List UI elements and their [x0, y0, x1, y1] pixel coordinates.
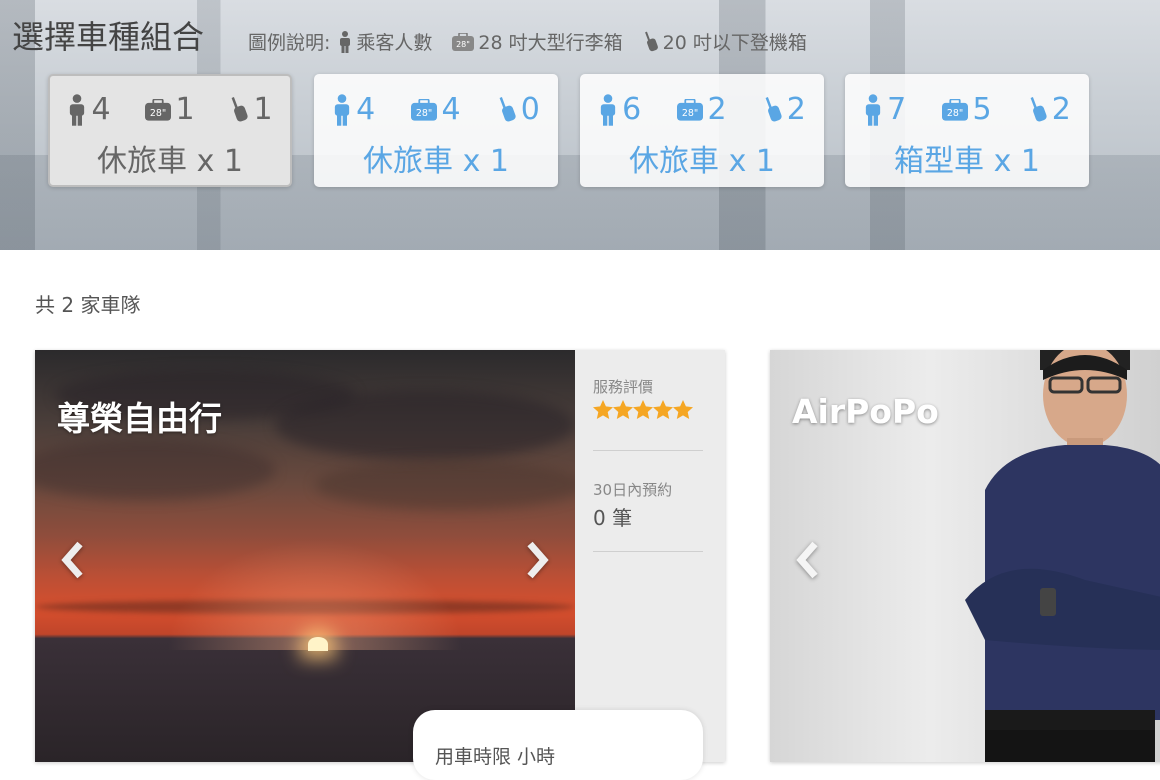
large-luggage-count: 5 [972, 92, 992, 127]
divider [593, 551, 703, 552]
vehicle-option-card[interactable]: 7 28" 5 2 箱型車 x 1 [845, 74, 1089, 187]
chevron-left-icon [61, 541, 83, 579]
fleet-name: AirPoPo [792, 392, 939, 431]
svg-text:28": 28" [150, 107, 166, 118]
carousel-prev-button[interactable] [55, 535, 91, 585]
chevron-left-icon [796, 541, 818, 579]
passenger-count: 4 [91, 92, 111, 127]
vehicle-type: 箱型車 [894, 144, 985, 179]
carry-on-suitcase-icon [765, 96, 782, 121]
fleet-stats: 服務評價 30日內預約 0 筆 [575, 350, 725, 762]
vehicle-qty: x 1 [462, 144, 509, 179]
legend-small-luggage: 20 吋以下登機箱 [643, 28, 807, 55]
legend-large-luggage: 28" 28 吋大型行李箱 [452, 28, 623, 55]
vehicle-qty: x 1 [196, 144, 243, 179]
driver-photo [965, 350, 1160, 762]
legend-passengers: 乘客人數 [338, 28, 432, 55]
large-suitcase-icon: 28" [452, 32, 475, 51]
svg-text:28": 28" [947, 107, 963, 118]
small-luggage-count: 2 [786, 92, 806, 127]
star-icon [653, 400, 673, 419]
vehicle-option-card[interactable]: 6 28" 2 2 休旅車 x 1 [580, 74, 824, 187]
rating-stars [593, 400, 693, 419]
rental-time-label: 用車時限 小時 [435, 746, 556, 768]
vehicle-option-card[interactable]: 4 28" 4 0 休旅車 x 1 [314, 74, 558, 187]
svg-text:28": 28" [456, 40, 470, 49]
carousel-next-button[interactable] [519, 535, 555, 585]
person-icon [340, 30, 351, 53]
vehicle-type: 休旅車 [97, 144, 188, 179]
fleet-card[interactable]: 尊榮自由行 服務評價 30日內預約 0 筆 [35, 350, 725, 762]
small-luggage-count: 0 [520, 92, 540, 127]
page-title: 選擇車種組合 [12, 18, 205, 56]
vehicle-qty: x 1 [728, 144, 775, 179]
large-suitcase-icon: 28" [942, 98, 969, 121]
carry-on-suitcase-icon [644, 31, 658, 51]
small-luggage-count: 2 [1051, 92, 1071, 127]
bookings-label: 30日內預約 [593, 481, 673, 499]
passenger-count: 4 [356, 92, 376, 127]
large-luggage-count: 1 [175, 92, 195, 127]
vehicle-option-card[interactable]: 4 28" 1 1 休旅車 x 1 [48, 74, 292, 187]
sun [308, 637, 328, 651]
large-suitcase-icon: 28" [411, 98, 438, 121]
person-icon [334, 93, 350, 126]
carry-on-suitcase-icon [499, 96, 516, 121]
fleet-count: 共 2 家車隊 [35, 293, 141, 317]
large-luggage-count: 2 [707, 92, 727, 127]
carousel-prev-button[interactable] [790, 535, 826, 585]
fleet-name: 尊榮自由行 [57, 399, 222, 438]
legend: 圖例說明: 乘客人數 28" 28 吋大型行李箱 20 吋以下登機箱 [248, 28, 827, 55]
fleet-card[interactable]: AirPoPo [770, 350, 1160, 762]
fleet-photo-carousel: AirPoPo [770, 350, 1160, 762]
carry-on-suitcase-icon [1030, 96, 1047, 121]
fleet-photo-carousel: 尊榮自由行 [35, 350, 575, 762]
bookings-value: 0 筆 [593, 506, 633, 530]
passenger-count: 6 [622, 92, 642, 127]
divider [593, 450, 703, 451]
large-suitcase-icon: 28" [145, 98, 172, 121]
vehicle-qty: x 1 [993, 144, 1040, 179]
vehicle-type: 休旅車 [629, 144, 720, 179]
person-icon [865, 93, 881, 126]
rating-label: 服務評價 [593, 378, 654, 396]
person-icon [70, 93, 85, 126]
star-icon [593, 400, 613, 419]
passenger-count: 7 [887, 92, 907, 127]
rental-time-card: 用車時限 小時 [413, 710, 703, 780]
carry-on-suitcase-icon [232, 96, 249, 121]
large-luggage-count: 4 [441, 92, 461, 127]
vehicle-type: 休旅車 [363, 144, 454, 179]
svg-text:28": 28" [416, 107, 432, 118]
star-icon [633, 400, 653, 419]
svg-text:28": 28" [682, 107, 698, 118]
small-luggage-count: 1 [253, 92, 273, 127]
hero-banner: 選擇車種組合 圖例說明: 乘客人數 28" 28 吋大型行李箱 20 吋以下登機… [0, 0, 1160, 250]
star-icon [673, 400, 693, 419]
person-icon [600, 93, 616, 126]
large-suitcase-icon: 28" [677, 98, 704, 121]
legend-label: 圖例說明: [248, 32, 331, 54]
chevron-right-icon [527, 541, 549, 579]
star-icon [613, 400, 633, 419]
